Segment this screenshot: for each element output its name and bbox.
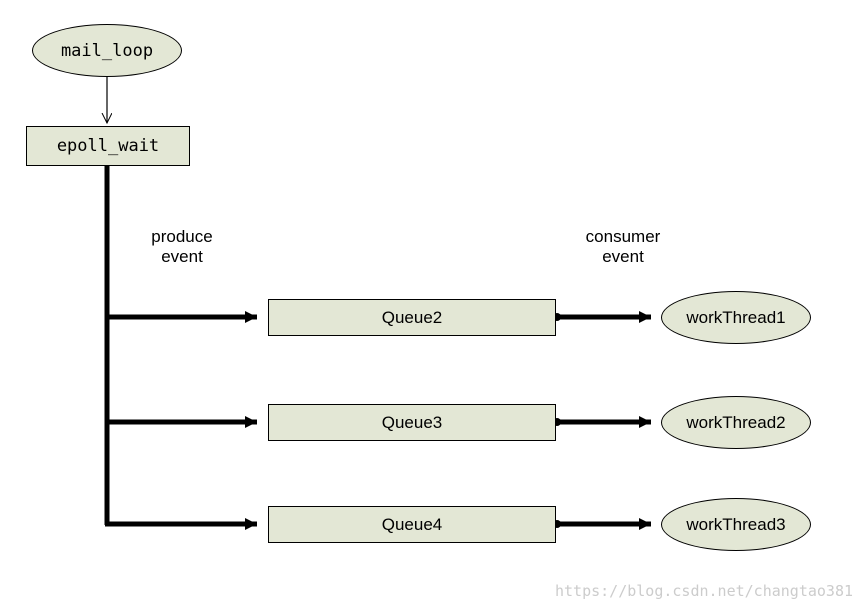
- mail-loop-label: mail_loop: [61, 41, 153, 61]
- queue2-node: Queue2: [268, 299, 556, 336]
- epoll-wait-node: epoll_wait: [26, 126, 190, 166]
- workthread3-label: workThread3: [686, 515, 785, 535]
- queue3-node: Queue3: [268, 404, 556, 441]
- mail-loop-node: mail_loop: [32, 24, 182, 77]
- queue4-node: Queue4: [268, 506, 556, 543]
- queue3-label: Queue3: [382, 413, 443, 433]
- queue4-label: Queue4: [382, 515, 443, 535]
- workthread2-label: workThread2: [686, 413, 785, 433]
- workthread3-node: workThread3: [661, 498, 811, 551]
- workthread2-node: workThread2: [661, 396, 811, 449]
- watermark: https://blog.csdn.net/changtao381: [555, 582, 853, 600]
- produce-event-label: produce event: [122, 227, 242, 267]
- epoll-wait-label: epoll_wait: [57, 136, 159, 156]
- workthread1-label: workThread1: [686, 308, 785, 328]
- consumer-event-label: consumer event: [563, 227, 683, 267]
- workthread1-node: workThread1: [661, 291, 811, 344]
- queue2-label: Queue2: [382, 308, 443, 328]
